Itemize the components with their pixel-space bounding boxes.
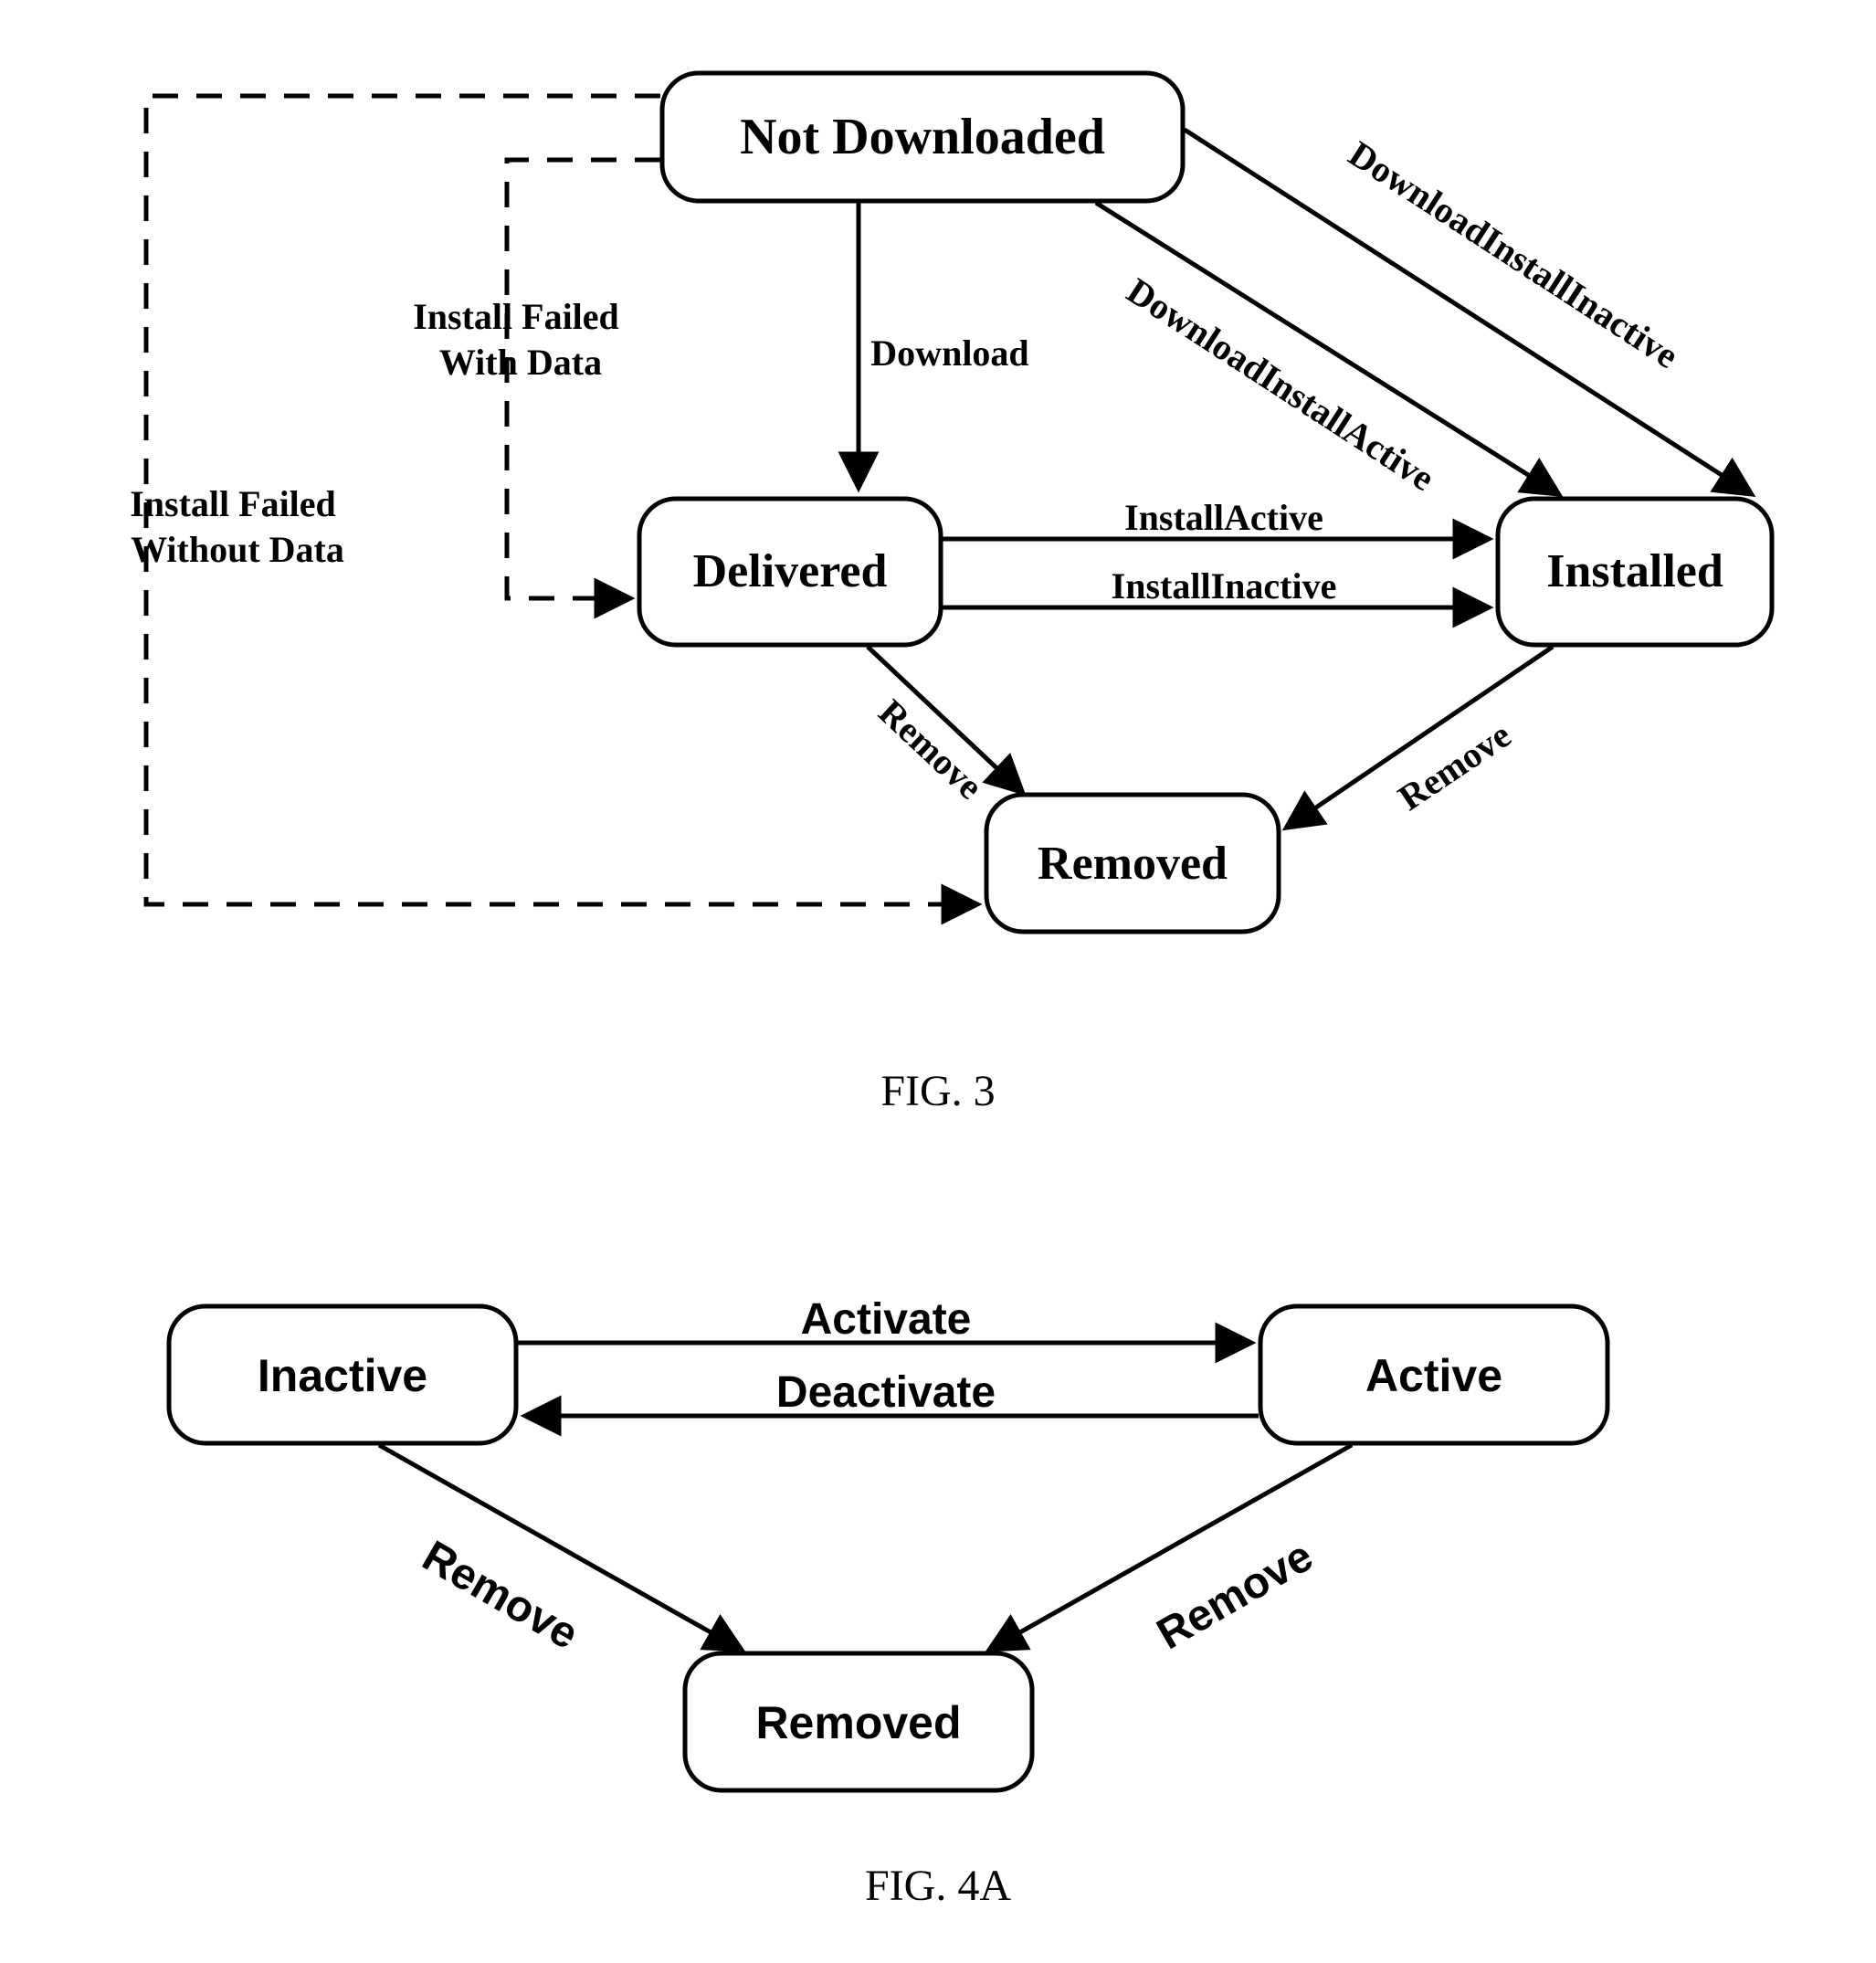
edge-remove-from-installed: Remove	[1288, 647, 1553, 827]
edge-activate: Activate	[518, 1295, 1249, 1344]
edge-remove-from-active: Remove	[991, 1445, 1352, 1659]
edge-install-failed-with-data: Install Failed With Data	[413, 160, 660, 598]
state-active-label: Active	[1365, 1350, 1502, 1401]
state-installed: Installed	[1498, 499, 1772, 645]
edge-download: Download	[859, 203, 1029, 486]
fig3-caption: FIG. 3	[880, 1067, 995, 1115]
state-removed: Removed	[986, 795, 1279, 932]
fig4a-caption: FIG. 4A	[865, 1862, 1011, 1910]
state-delivered-label: Delivered	[693, 545, 888, 597]
state-inactive: Inactive	[169, 1306, 516, 1443]
edge-install-active: InstallActive	[943, 497, 1487, 539]
fig3-diagram: Not Downloaded Delivered Installed Remov…	[130, 73, 1772, 1115]
state-not-downloaded: Not Downloaded	[662, 73, 1183, 201]
edge-remove-from-active-label: Remove	[1149, 1532, 1321, 1659]
edge-install-inactive: InstallInactive	[943, 565, 1487, 607]
edge-remove-from-inactive-label: Remove	[415, 1532, 586, 1659]
edge-remove-from-inactive: Remove	[379, 1445, 740, 1659]
edge-install-active-label: InstallActive	[1124, 497, 1323, 538]
edge-download-label: Download	[870, 332, 1028, 374]
state-not-downloaded-label: Not Downloaded	[740, 109, 1105, 165]
state-removed-4a: Removed	[685, 1653, 1032, 1790]
edge-install-failed-without-data-label: Install Failed Without Data	[130, 483, 345, 570]
edge-remove-from-delivered: Remove	[868, 647, 1021, 807]
edge-activate-label: Activate	[801, 1295, 972, 1344]
diagram-canvas: Not Downloaded Delivered Installed Remov…	[0, 0, 1876, 1963]
state-active: Active	[1260, 1306, 1607, 1443]
edge-install-inactive-label: InstallInactive	[1112, 565, 1337, 607]
state-delivered: Delivered	[639, 499, 941, 645]
state-removed-label: Removed	[1038, 838, 1228, 890]
state-removed-4a-label: Removed	[755, 1697, 961, 1748]
edge-deactivate-label: Deactivate	[776, 1368, 996, 1417]
state-installed-label: Installed	[1546, 545, 1723, 597]
edge-download-install-active-label: DownloadInstallActive	[1120, 269, 1442, 499]
state-inactive-label: Inactive	[258, 1350, 427, 1401]
edge-deactivate: Deactivate	[527, 1368, 1259, 1417]
edge-install-failed-with-data-label: Install Failed With Data	[413, 296, 628, 383]
edge-remove-from-installed-label: Remove	[1391, 714, 1518, 818]
fig4a-diagram: Inactive Active Removed Activate Deactiv…	[169, 1295, 1607, 1910]
